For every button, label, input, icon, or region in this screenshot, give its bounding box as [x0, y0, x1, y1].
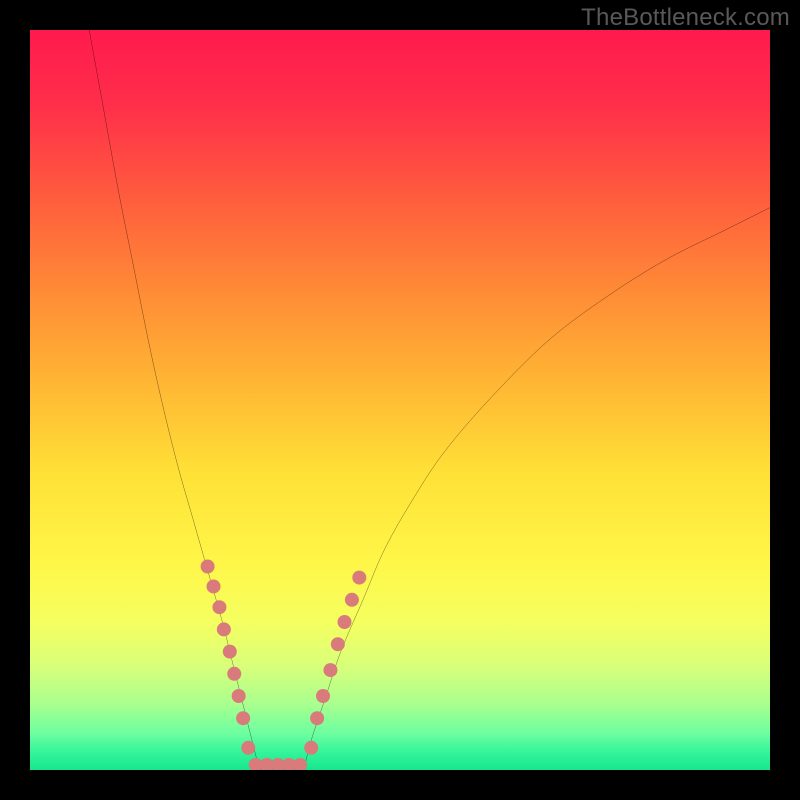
chart-frame: TheBottleneck.com: [0, 0, 800, 800]
data-marker: [338, 615, 352, 629]
data-marker: [323, 663, 337, 677]
data-marker: [331, 637, 345, 651]
data-marker: [201, 560, 215, 574]
data-marker: [207, 579, 221, 593]
marker-layer: [201, 560, 367, 771]
data-marker: [304, 741, 318, 755]
plot-area: [30, 30, 770, 770]
data-marker: [236, 711, 250, 725]
data-marker: [316, 689, 330, 703]
data-marker: [227, 667, 241, 681]
data-marker: [241, 741, 255, 755]
bottleneck-curve: [89, 30, 770, 770]
data-marker: [217, 622, 231, 636]
data-marker: [212, 600, 226, 614]
data-marker: [345, 593, 359, 607]
curve-layer: [89, 30, 770, 770]
chart-svg: [30, 30, 770, 770]
data-marker: [232, 689, 246, 703]
data-marker: [352, 571, 366, 585]
data-marker: [223, 645, 237, 659]
data-marker: [293, 758, 307, 770]
watermark-text: TheBottleneck.com: [581, 4, 790, 32]
data-marker: [310, 711, 324, 725]
